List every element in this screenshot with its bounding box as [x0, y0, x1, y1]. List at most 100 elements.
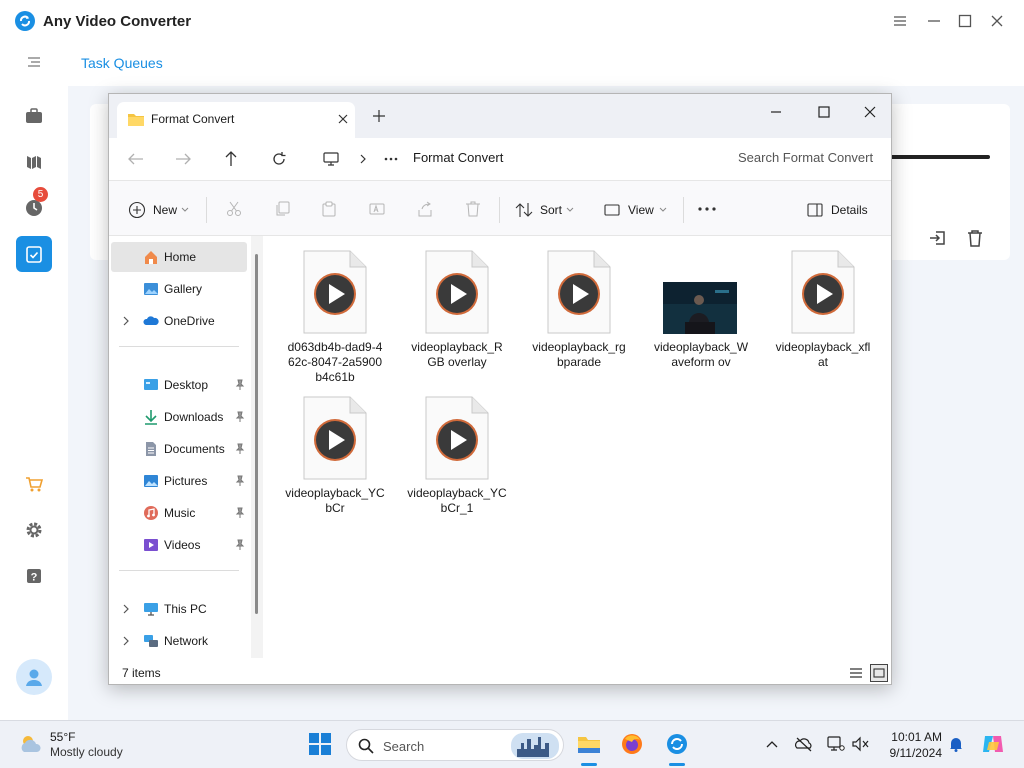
toolbar-divider	[499, 197, 500, 223]
details-pane-button[interactable]: Details	[807, 199, 868, 221]
file-item[interactable]: d063db4b-dad9-462c-8047-2a5900b4c61b	[285, 236, 385, 384]
nav-item-pictures[interactable]: Pictures	[111, 466, 247, 496]
app-maximize-button[interactable]	[954, 10, 976, 32]
this-pc-monitor-icon	[320, 148, 342, 170]
status-bar: 7 items	[109, 658, 891, 684]
view-icon	[604, 204, 620, 216]
file-item[interactable]: videoplayback_RGB overlay	[407, 236, 507, 376]
pin-icon[interactable]	[235, 475, 245, 487]
collapse-sidebar-icon[interactable]	[20, 48, 48, 76]
chevron-right-icon	[123, 636, 129, 646]
new-label: New	[153, 203, 178, 217]
close-tab-icon[interactable]	[335, 111, 351, 127]
this-pc-icon	[144, 603, 158, 616]
network-offline-icon[interactable]	[795, 735, 813, 753]
display-settings-icon[interactable]	[827, 735, 845, 753]
nav-item-gallery[interactable]: Gallery	[111, 274, 247, 304]
file-item[interactable]: videoplayback_xflat	[773, 236, 873, 376]
file-item[interactable]: videoplayback_YCbCr	[285, 382, 385, 522]
cut-icon[interactable]	[224, 199, 244, 219]
user-avatar[interactable]	[16, 659, 52, 695]
app-menu-icon[interactable]	[889, 10, 911, 32]
delete-icon[interactable]	[463, 199, 483, 219]
explorer-tab-title: Format Convert	[151, 112, 235, 126]
taskbar-search-box[interactable]: Search	[346, 729, 564, 761]
clock-time[interactable]: 10:01 AM	[870, 730, 942, 744]
weather-temperature[interactable]: 55°F	[50, 730, 75, 744]
view-button[interactable]: View	[604, 199, 667, 221]
library-icon[interactable]	[20, 148, 48, 176]
clock-date[interactable]: 9/11/2024	[870, 746, 943, 760]
new-tab-icon[interactable]	[371, 108, 387, 124]
large-icons-view-icon[interactable]	[870, 664, 888, 682]
nav-item-desktop[interactable]: Desktop	[111, 370, 247, 400]
gallery-icon	[144, 283, 158, 295]
explorer-close-button[interactable]	[858, 100, 882, 124]
open-output-icon[interactable]	[925, 225, 951, 251]
notification-bell-icon[interactable]	[947, 735, 965, 753]
nav-item-music[interactable]: Music	[111, 498, 247, 528]
pin-icon[interactable]	[235, 539, 245, 551]
firefox-icon[interactable]	[619, 731, 645, 757]
refresh-icon[interactable]	[268, 148, 290, 170]
nav-item-this-pc[interactable]: This PC	[111, 594, 247, 624]
copilot-icon[interactable]	[981, 732, 1005, 756]
breadcrumb-chevron-icon[interactable]	[352, 148, 374, 170]
paste-icon[interactable]	[319, 199, 339, 219]
sort-button[interactable]: Sort	[515, 199, 574, 221]
search-icon	[358, 738, 374, 754]
converter-running-indicator	[669, 763, 685, 766]
nav-item-downloads[interactable]: Downloads	[111, 402, 247, 432]
task-queues-nav-button[interactable]	[16, 236, 52, 272]
rename-icon[interactable]	[367, 199, 387, 219]
volume-muted-icon[interactable]	[852, 735, 870, 753]
file-explorer-taskbar-icon[interactable]	[576, 731, 602, 757]
file-name: videoplayback_rgbparade	[532, 340, 626, 369]
pin-icon[interactable]	[235, 507, 245, 519]
any-video-converter-taskbar-icon[interactable]	[664, 731, 690, 757]
up-arrow-icon[interactable]	[220, 148, 242, 170]
nav-scrollbar-thumb[interactable]	[255, 254, 258, 614]
weather-description[interactable]: Mostly cloudy	[50, 745, 123, 759]
nav-item-network[interactable]: Network	[111, 626, 247, 656]
help-icon[interactable]: ?	[20, 562, 48, 590]
share-icon[interactable]	[415, 199, 435, 219]
file-name: videoplayback_YCbCr_1	[407, 486, 507, 515]
breadcrumb-overflow-icon[interactable]	[380, 148, 402, 170]
copy-icon[interactable]	[272, 199, 292, 219]
nav-label-home: Home	[164, 250, 197, 264]
windows-start-icon[interactable]	[307, 731, 333, 757]
toolbox-icon[interactable]	[20, 102, 48, 130]
show-hidden-icons-chevron-icon[interactable]	[763, 735, 781, 753]
explorer-maximize-button[interactable]	[812, 100, 836, 124]
taskbar: 55°F Mostly cloudy Search 10:01 AM 9/11/…	[0, 720, 1024, 768]
app-close-button[interactable]	[986, 10, 1008, 32]
pin-icon[interactable]	[235, 411, 245, 423]
details-view-icon[interactable]	[847, 664, 865, 682]
weather-cloudy-icon[interactable]	[18, 732, 44, 754]
pin-icon[interactable]	[235, 443, 245, 455]
back-arrow-icon[interactable]	[125, 148, 147, 170]
nav-item-onedrive[interactable]: OneDrive	[111, 306, 247, 336]
settings-gear-icon[interactable]	[20, 516, 48, 544]
nav-label-pictures: Pictures	[164, 474, 208, 488]
pin-icon[interactable]	[235, 379, 245, 391]
new-button[interactable]: New	[128, 199, 189, 221]
file-item[interactable]: videoplayback_rgbparade	[529, 236, 629, 376]
file-item[interactable]: videoplayback_Waveform ov	[651, 236, 751, 376]
explorer-tab[interactable]: Format Convert	[117, 102, 355, 138]
file-item[interactable]: videoplayback_YCbCr_1	[407, 382, 507, 522]
nav-item-documents[interactable]: Documents	[111, 434, 247, 464]
music-icon	[144, 506, 158, 520]
forward-arrow-icon[interactable]	[172, 148, 194, 170]
nav-label-documents: Documents	[164, 442, 225, 456]
nav-item-videos[interactable]: Videos	[111, 530, 247, 560]
app-minimize-button[interactable]	[923, 10, 945, 32]
task-queues-tab[interactable]: Task Queues	[81, 55, 163, 71]
cart-icon[interactable]	[20, 470, 48, 498]
nav-item-home[interactable]: Home	[111, 242, 247, 272]
breadcrumb-current-folder[interactable]: Format Convert	[413, 150, 503, 165]
more-options-icon[interactable]	[697, 199, 717, 219]
explorer-minimize-button[interactable]	[764, 100, 788, 124]
delete-task-icon[interactable]	[962, 225, 988, 251]
